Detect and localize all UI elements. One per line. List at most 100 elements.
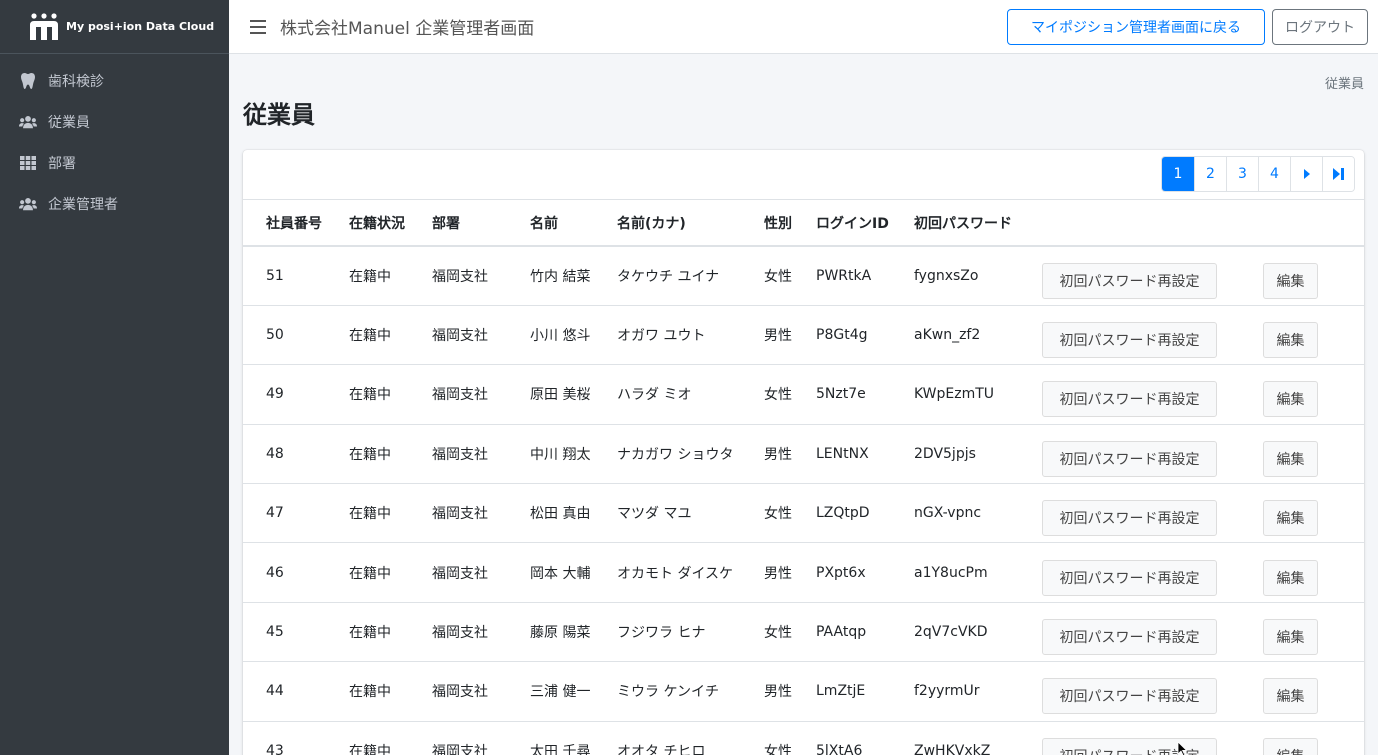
cell-login-id: LZQtpD	[816, 483, 914, 543]
table-row: 49 在籍中 福岡支社 原田 美桜 ハラダ ミオ 女性 5Nzt7e KWpEzmTU 初回パス…	[243, 364, 1364, 425]
cell-gender: 女性	[764, 364, 816, 425]
employee-card: 1 2 3 4 社員番号 在籍状況 部署 名前 名前(カナ) 性別 ログインID…	[243, 150, 1364, 755]
cell-gender: 男性	[764, 542, 816, 603]
cell-employee-number: 46	[243, 542, 349, 603]
cell-name: 太田 千尋	[530, 720, 617, 755]
cell-initial-password: aKwn_zf2	[914, 304, 1042, 365]
cell-department: 福岡支社	[432, 364, 530, 425]
cell-employee-number: 44	[243, 661, 349, 722]
cell-department: 福岡支社	[432, 304, 530, 365]
next-page-icon[interactable]	[1290, 157, 1322, 191]
col-header-initial-password: 初回パスワード	[914, 200, 1042, 247]
cell-login-id: PAAtqp	[816, 601, 914, 662]
reset-password-button[interactable]: 初回パスワード再設定	[1042, 678, 1217, 715]
edit-button[interactable]: 編集	[1263, 738, 1318, 755]
card-toolbar: 1 2 3 4	[243, 150, 1364, 200]
table-header-row: 社員番号 在籍状況 部署 名前 名前(カナ) 性別 ログインID 初回パスワード	[243, 200, 1364, 247]
brand[interactable]: My posi+ion Data Cloud	[0, 0, 229, 54]
col-header-gender: 性別	[764, 200, 816, 247]
cell-department: 福岡支社	[432, 542, 530, 603]
reset-password-button[interactable]: 初回パスワード再設定	[1042, 381, 1217, 418]
page-link-1[interactable]: 1	[1162, 157, 1194, 191]
cell-name: 原田 美桜	[530, 364, 617, 425]
cell-login-id: LENtNX	[816, 423, 914, 484]
cell-name: 小川 悠斗	[530, 304, 617, 365]
users-icon	[19, 114, 37, 130]
reset-password-button[interactable]: 初回パスワード再設定	[1042, 559, 1217, 596]
cell-login-id: LmZtjE	[816, 661, 914, 722]
edit-button[interactable]: 編集	[1263, 619, 1318, 656]
table-row: 50 在籍中 福岡支社 小川 悠斗 オガワ ユウト 男性 P8Gt4g aKwn_zf2 初回パ…	[243, 304, 1364, 365]
table-row: 46 在籍中 福岡支社 岡本 大輔 オカモト ダイスケ 男性 PXpt6x a1Y8ucPm 初…	[243, 542, 1364, 603]
cell-login-id: 5lXtA6	[816, 720, 914, 755]
sidebar: My posi+ion Data Cloud 歯科検診 従業員 部署 企業管理者	[0, 0, 229, 755]
cell-initial-password: fygnxsZo	[914, 267, 979, 284]
mouse-cursor-icon	[1177, 742, 1188, 755]
col-header-name-kana: 名前(カナ)	[617, 200, 764, 247]
cell-initial-password: nGX-vpnc	[914, 483, 1042, 543]
cell-name: 松田 真由	[530, 483, 617, 543]
reset-password-button[interactable]: 初回パスワード再設定	[1042, 262, 1217, 299]
page-title: 従業員	[243, 101, 315, 129]
page-link-3[interactable]: 3	[1226, 157, 1258, 191]
reset-password-button[interactable]: 初回パスワード再設定	[1042, 738, 1217, 755]
sidebar-nav: 歯科検診 従業員 部署 企業管理者	[0, 54, 229, 224]
cell-name-kana: マツダ マユ	[617, 483, 764, 543]
hamburger-menu-icon[interactable]	[250, 19, 266, 34]
sidebar-item-employees[interactable]: 従業員	[0, 101, 229, 142]
page-link-4[interactable]: 4	[1258, 157, 1290, 191]
cell-department: 福岡支社	[432, 268, 488, 285]
breadcrumb: 従業員	[1324, 77, 1364, 92]
cell-employee-number: 43	[243, 720, 349, 755]
sidebar-item-company-admins[interactable]: 企業管理者	[0, 183, 229, 224]
cell-initial-password: 2qV7cVKD	[914, 601, 1042, 662]
cell-name-kana: オカモト ダイスケ	[617, 542, 764, 603]
table-row: 48 在籍中 福岡支社 中川 翔太 ナカガワ ショウタ 男性 LENtNX 2DV5jpjs 初…	[243, 423, 1364, 484]
cell-name-kana: オオタ チヒロ	[617, 720, 764, 755]
logout-button[interactable]: ログアウト	[1272, 9, 1368, 45]
cell-department: 福岡支社	[432, 661, 530, 722]
cell-name-kana: ナカガワ ショウタ	[617, 423, 764, 484]
cell-employee-number: 47	[243, 483, 349, 543]
reset-password-button[interactable]: 初回パスワード再設定	[1042, 619, 1217, 656]
cell-status: 在籍中	[349, 304, 432, 365]
cell-department: 福岡支社	[432, 720, 530, 755]
edit-button[interactable]: 編集	[1263, 262, 1318, 299]
top-header: 株式会社Manuel 企業管理者画面 マイポジション管理者画面に戻る ログアウト	[229, 0, 1378, 54]
cell-employee-number: 50	[243, 304, 349, 365]
m-logo-icon	[28, 12, 60, 42]
edit-button[interactable]: 編集	[1263, 322, 1318, 359]
table-row: 45 在籍中 福岡支社 藤原 陽菜 フジワラ ヒナ 女性 PAAtqp 2qV7cVKD 初回パ…	[243, 601, 1364, 662]
cell-department: 福岡支社	[432, 601, 530, 662]
edit-button[interactable]: 編集	[1263, 559, 1318, 596]
sidebar-item-dental-checkup[interactable]: 歯科検診	[0, 60, 229, 101]
grid-icon	[19, 155, 37, 171]
page-link-2[interactable]: 2	[1194, 157, 1226, 191]
cell-status: 在籍中	[349, 720, 432, 755]
cell-login-id: 5Nzt7e	[816, 364, 914, 425]
cell-status: 在籍中	[349, 423, 432, 484]
cell-gender: 男性	[764, 304, 816, 365]
reset-password-button[interactable]: 初回パスワード再設定	[1042, 440, 1217, 477]
back-to-admin-button[interactable]: マイポジション管理者画面に戻る	[1007, 9, 1265, 45]
cell-gender: 男性	[764, 661, 816, 722]
users-icon	[19, 196, 37, 212]
cell-name: 三浦 健一	[530, 661, 617, 722]
edit-button[interactable]: 編集	[1263, 440, 1318, 477]
table-row: 44 在籍中 福岡支社 三浦 健一 ミウラ ケンイチ 男性 LmZtjE f2yyrmUr 初回…	[243, 661, 1364, 722]
col-header-login-id: ログインID	[816, 200, 914, 247]
edit-button[interactable]: 編集	[1263, 500, 1318, 537]
reset-password-button[interactable]: 初回パスワード再設定	[1042, 500, 1217, 537]
cell-initial-password: f2yyrmUr	[914, 661, 1042, 722]
table-row: 43在籍中福岡支社太田 千尋オオタ チヒロ女性5lXtA6ZwHKVxkZ初回パ…	[243, 720, 1364, 755]
edit-button[interactable]: 編集	[1263, 381, 1318, 418]
edit-button[interactable]: 編集	[1263, 678, 1318, 715]
sidebar-item-label: 企業管理者	[48, 196, 118, 213]
employee-table: 社員番号 在籍状況 部署 名前 名前(カナ) 性別 ログインID 初回パスワード…	[243, 200, 1364, 755]
cell-employee-number: 48	[243, 423, 349, 484]
cell-status: 在籍中	[349, 661, 432, 722]
last-page-icon[interactable]	[1322, 157, 1354, 191]
reset-password-button[interactable]: 初回パスワード再設定	[1042, 322, 1217, 359]
sidebar-item-label: 部署	[48, 155, 76, 172]
sidebar-item-departments[interactable]: 部署	[0, 142, 229, 183]
